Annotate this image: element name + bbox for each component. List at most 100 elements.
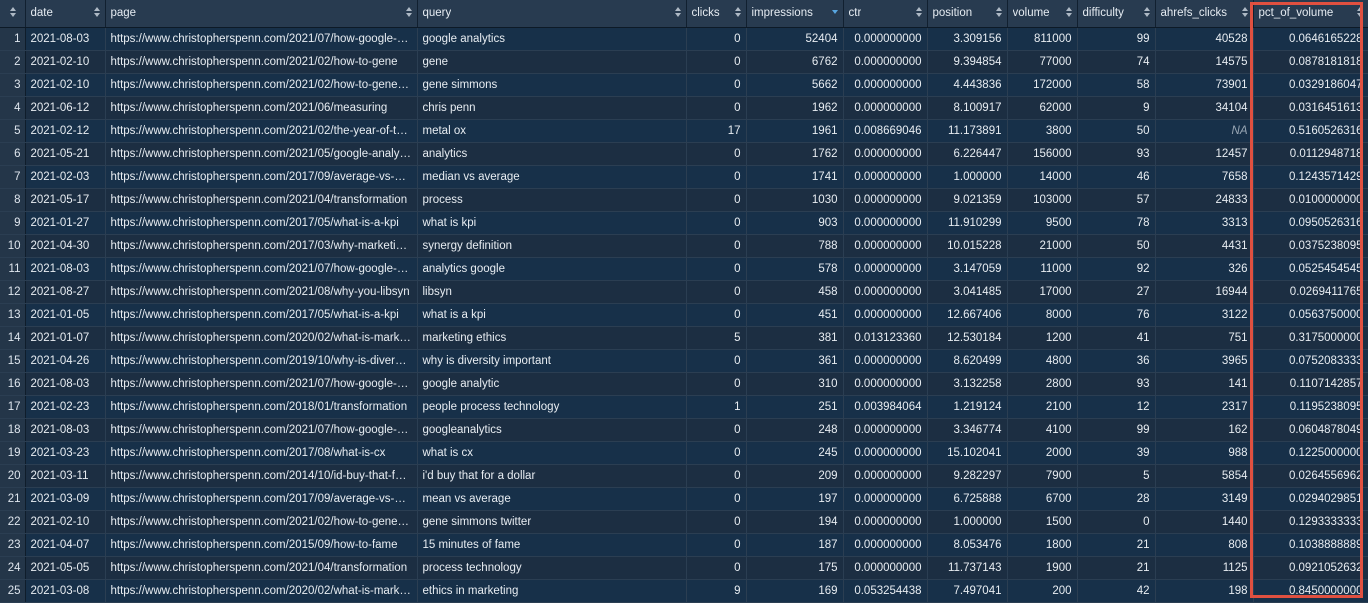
cell-difficulty: 5 <box>1077 464 1156 488</box>
cell-ctr: 0.000000000 <box>843 188 928 212</box>
cell-query: marketing ethics <box>417 326 687 350</box>
data-table: date page query clicks impressions ctr p… <box>0 0 1368 603</box>
table-row: 1 2021-08-03 https://www.christopherspenn.… <box>0 27 1368 51</box>
cell-difficulty: 41 <box>1077 326 1156 350</box>
row-number: 4 <box>0 96 26 120</box>
column-header-difficulty[interactable]: difficulty <box>1077 0 1156 28</box>
cell-position: 1.000000 <box>927 165 1008 189</box>
row-number: 1 <box>0 27 26 51</box>
cell-date: 2021-01-27 <box>25 211 106 235</box>
cell-pct-of-volume: 0.0921052632 <box>1253 556 1368 580</box>
column-label: query <box>422 7 452 20</box>
cell-date: 2021-08-03 <box>25 257 106 281</box>
row-number: 9 <box>0 211 26 235</box>
sort-icon <box>9 7 16 19</box>
table-row: 13 2021-01-05 https://www.christopherspenn… <box>0 303 1368 327</box>
cell-date: 2021-08-03 <box>25 27 106 51</box>
cell-page: https://www.christopherspenn.com/2017/09… <box>105 165 418 189</box>
cell-date: 2021-05-05 <box>25 556 106 580</box>
cell-ahrefs-clicks: 7658 <box>1155 165 1254 189</box>
cell-difficulty: 99 <box>1077 27 1156 51</box>
cell-pct-of-volume: 0.0525454545 <box>1253 257 1368 281</box>
cell-page: https://www.christopherspenn.com/2021/08… <box>105 280 418 304</box>
column-header-clicks[interactable]: clicks <box>686 0 747 28</box>
cell-page: https://www.christopherspenn.com/2021/04… <box>105 556 418 580</box>
cell-page: https://www.christopherspenn.com/2017/03… <box>105 234 418 258</box>
cell-impressions: 194 <box>746 510 844 534</box>
cell-volume: 172000 <box>1007 73 1078 97</box>
column-header-ctr[interactable]: ctr <box>843 0 928 28</box>
cell-impressions: 5662 <box>746 73 844 97</box>
cell-date: 2021-04-30 <box>25 234 106 258</box>
column-header-pct-of-volume[interactable]: pct_of_volume <box>1253 0 1368 28</box>
cell-position: 3.041485 <box>927 280 1008 304</box>
column-header-volume[interactable]: volume <box>1007 0 1078 28</box>
column-header-date[interactable]: date <box>25 0 106 28</box>
cell-ctr: 0.013123360 <box>843 326 928 350</box>
cell-ctr: 0.000000000 <box>843 211 928 235</box>
cell-pct-of-volume: 0.0269411765 <box>1253 280 1368 304</box>
table-row: 11 2021-08-03 https://www.christopherspenn… <box>0 257 1368 281</box>
cell-query: metal ox <box>417 119 687 143</box>
cell-difficulty: 76 <box>1077 303 1156 327</box>
table-row: 4 2021-06-12 https://www.christopherspenn.… <box>0 96 1368 120</box>
table-row: 23 2021-04-07 https://www.christopherspenn… <box>0 533 1368 557</box>
cell-clicks: 0 <box>686 510 747 534</box>
cell-impressions: 197 <box>746 487 844 511</box>
cell-pct-of-volume: 0.0264556962 <box>1253 464 1368 488</box>
sort-icon <box>1065 7 1072 19</box>
cell-difficulty: 93 <box>1077 372 1156 396</box>
column-label: difficulty <box>1082 7 1124 20</box>
corner-header[interactable] <box>0 0 26 28</box>
cell-date: 2021-01-05 <box>25 303 106 327</box>
cell-page: https://www.christopherspenn.com/2021/07… <box>105 418 418 442</box>
cell-difficulty: 50 <box>1077 119 1156 143</box>
column-header-position[interactable]: position <box>927 0 1008 28</box>
cell-impressions: 251 <box>746 395 844 419</box>
column-header-ahrefs-clicks[interactable]: ahrefs_clicks <box>1155 0 1254 28</box>
cell-volume: 9500 <box>1007 211 1078 235</box>
cell-position: 3.132258 <box>927 372 1008 396</box>
cell-difficulty: 74 <box>1077 50 1156 74</box>
cell-impressions: 1962 <box>746 96 844 120</box>
cell-ahrefs-clicks: 40528 <box>1155 27 1254 51</box>
cell-impressions: 381 <box>746 326 844 350</box>
sort-icon <box>674 7 681 19</box>
cell-clicks: 0 <box>686 96 747 120</box>
cell-position: 11.910299 <box>927 211 1008 235</box>
column-header-query[interactable]: query <box>417 0 687 28</box>
cell-date: 2021-02-23 <box>25 395 106 419</box>
cell-difficulty: 36 <box>1077 349 1156 373</box>
cell-pct-of-volume: 0.0563750000 <box>1253 303 1368 327</box>
cell-date: 2021-03-09 <box>25 487 106 511</box>
row-number: 19 <box>0 441 26 465</box>
sort-icon <box>1143 7 1150 19</box>
column-label: date <box>30 7 53 20</box>
cell-date: 2021-02-10 <box>25 510 106 534</box>
cell-position: 3.346774 <box>927 418 1008 442</box>
cell-ahrefs-clicks: 5854 <box>1155 464 1254 488</box>
cell-ahrefs-clicks: 1440 <box>1155 510 1254 534</box>
cell-position: 9.282297 <box>927 464 1008 488</box>
data-viewer: date page query clicks impressions ctr p… <box>0 0 1368 603</box>
column-header-page[interactable]: page <box>105 0 418 28</box>
cell-difficulty: 78 <box>1077 211 1156 235</box>
row-number: 5 <box>0 119 26 143</box>
cell-volume: 4800 <box>1007 349 1078 373</box>
cell-clicks: 5 <box>686 326 747 350</box>
cell-clicks: 0 <box>686 303 747 327</box>
cell-query: process <box>417 188 687 212</box>
cell-ahrefs-clicks: 3965 <box>1155 349 1254 373</box>
cell-ahrefs-clicks: 73901 <box>1155 73 1254 97</box>
cell-clicks: 9 <box>686 579 747 603</box>
cell-pct-of-volume: 0.1225000000 <box>1253 441 1368 465</box>
cell-page: https://www.christopherspenn.com/2018/01… <box>105 395 418 419</box>
table-row: 14 2021-01-07 https://www.christopherspenn… <box>0 326 1368 350</box>
cell-query: gene simmons twitter <box>417 510 687 534</box>
row-number: 10 <box>0 234 26 258</box>
cell-query: people process technology <box>417 395 687 419</box>
cell-pct-of-volume: 0.8450000000 <box>1253 579 1368 603</box>
column-header-impressions[interactable]: impressions <box>746 0 844 28</box>
row-number: 24 <box>0 556 26 580</box>
cell-ahrefs-clicks: 198 <box>1155 579 1254 603</box>
